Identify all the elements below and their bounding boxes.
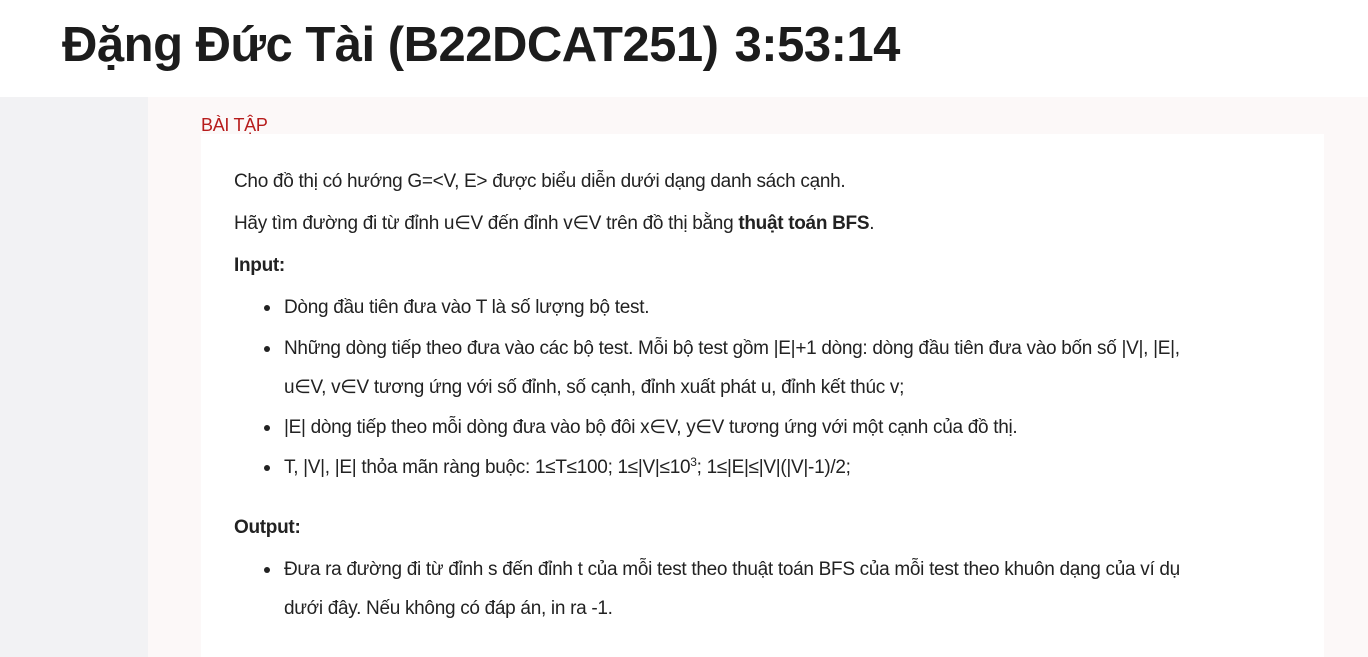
- input-item-2: Những dòng tiếp theo đưa vào các bộ test…: [284, 338, 1180, 359]
- bullet-dot: [264, 567, 270, 573]
- output-heading: Output:: [234, 517, 301, 538]
- bullet-dot: [264, 425, 270, 431]
- bullet-dot: [264, 465, 270, 471]
- problem-intro-line1: Cho đồ thị có hướng G=<V, E> được biểu d…: [234, 171, 846, 192]
- bullet-dot: [264, 346, 270, 352]
- input-heading: Input:: [234, 255, 285, 276]
- input-item-1: Dòng đầu tiên đưa vào T là số lượng bộ t…: [284, 297, 650, 318]
- page-header: Đặng Đức Tài (B22DCAT251) 3:53:14: [0, 0, 1368, 97]
- problem-intro-line2: Hãy tìm đường đi từ đỉnh u∈V đến đỉnh v∈…: [234, 213, 875, 234]
- input-item-4-constraints: T, |V|, |E| thỏa mãn ràng buộc: 1≤T≤100;…: [284, 455, 851, 478]
- left-gutter: [0, 97, 148, 657]
- student-name: Đặng Đức Tài (B22DCAT251): [62, 18, 719, 72]
- section-label: BÀI TẬP: [201, 115, 268, 135]
- output-item-1-continued: dưới đây. Nếu không có đáp án, in ra -1.: [284, 598, 613, 619]
- input-item-3: |E| dòng tiếp theo mỗi dòng đưa vào bộ đ…: [284, 417, 1018, 438]
- page-title: Đặng Đức Tài (B22DCAT251) 3:53:14: [62, 14, 900, 76]
- bullet-dot: [264, 305, 270, 311]
- output-item-1: Đưa ra đường đi từ đỉnh s đến đỉnh t của…: [284, 559, 1180, 580]
- countdown-timer: 3:53:14: [734, 18, 901, 72]
- input-item-2-continued: u∈V, v∈V tương ứng với số đỉnh, số cạnh,…: [284, 377, 905, 398]
- algorithm-name: thuật toán BFS: [738, 213, 870, 234]
